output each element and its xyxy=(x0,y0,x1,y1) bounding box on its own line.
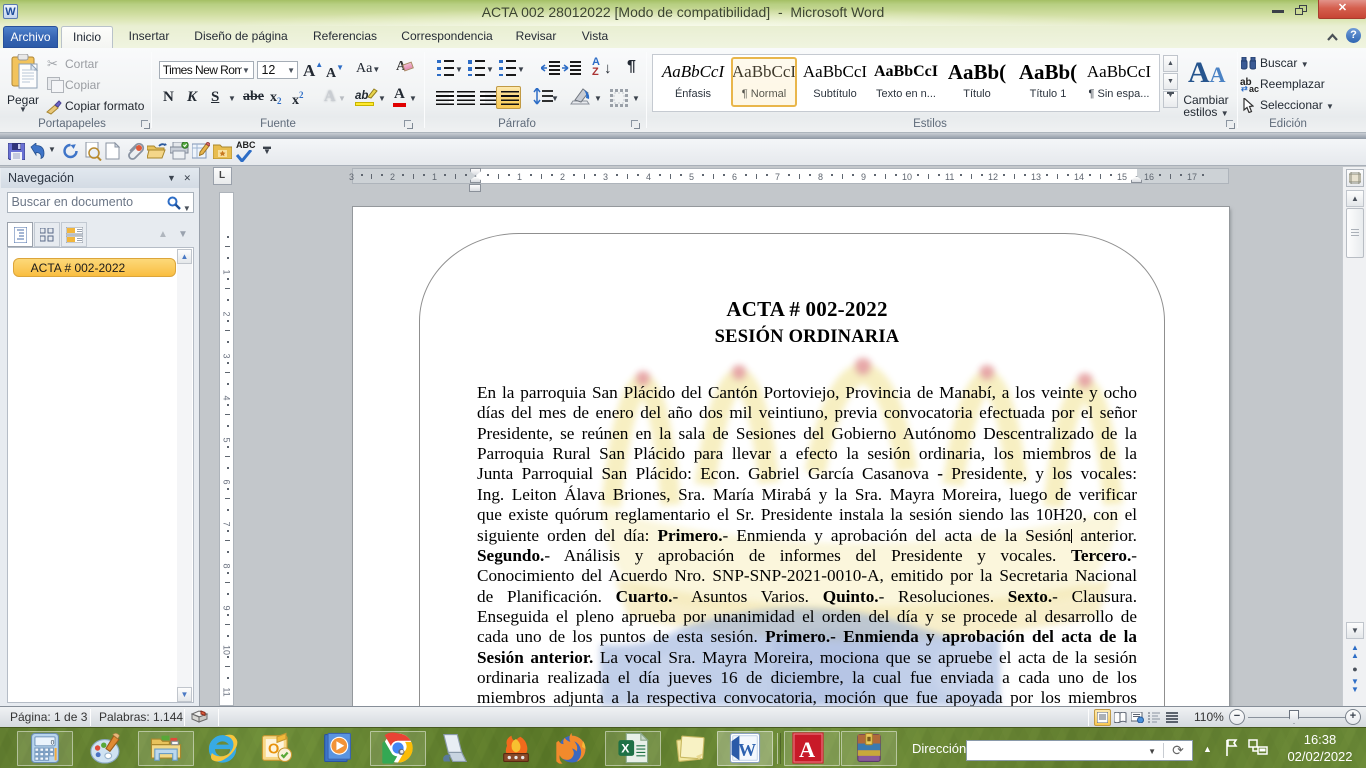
svg-text:A: A xyxy=(799,737,815,762)
svg-text:W: W xyxy=(738,740,756,760)
svg-text:X: X xyxy=(621,741,630,755)
svg-text:0: 0 xyxy=(51,740,55,747)
